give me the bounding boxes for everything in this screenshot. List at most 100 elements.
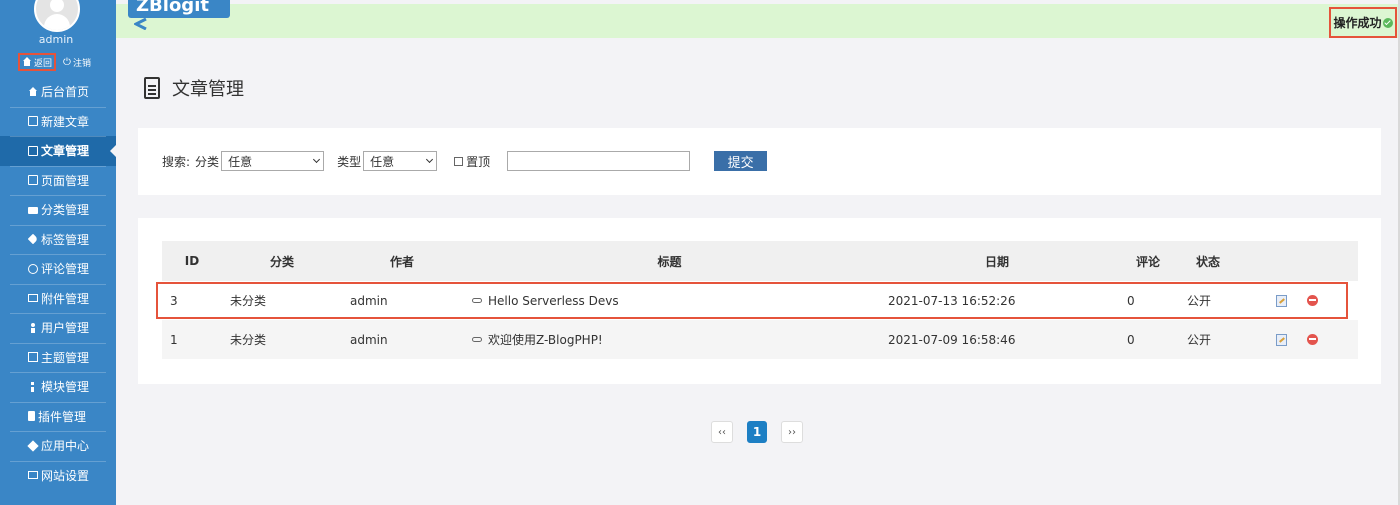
table-row: 3 未分类 admin Hello Serverless Devs 2021-0…: [162, 281, 1358, 320]
cell-status: 公开: [1187, 294, 1212, 308]
table-row: 1 未分类 admin 欢迎使用Z-BlogPHP! 2021-07-09 16…: [162, 320, 1358, 359]
delete-icon[interactable]: [1307, 295, 1318, 306]
tag-icon: [27, 233, 39, 245]
sidebar-item-theme-manage[interactable]: 主题管理: [0, 342, 116, 373]
column-header-author[interactable]: 作者: [352, 253, 452, 270]
home-icon: [28, 86, 38, 97]
power-icon: ⏻: [63, 56, 71, 68]
attachment-icon: [28, 294, 38, 303]
chevron-down-icon: [313, 155, 321, 164]
sidebar-item-user-manage[interactable]: 用户管理: [0, 313, 116, 343]
cell-category: 未分类: [230, 294, 267, 308]
column-header-status[interactable]: 状态: [1172, 253, 1244, 270]
edit-icon: [28, 116, 38, 127]
column-header-category[interactable]: 分类: [232, 253, 332, 270]
article-title-link[interactable]: 欢迎使用Z-BlogPHP!: [488, 331, 603, 348]
sidebar-item-module-manage[interactable]: 模块管理: [0, 372, 116, 402]
plugin-icon: [28, 411, 35, 422]
avatar[interactable]: [34, 0, 80, 32]
back-link-label: 返回: [34, 58, 53, 69]
sidebar-item-article-manage[interactable]: 文章管理: [0, 136, 116, 166]
sidebar-item-label: 后台首页: [41, 85, 90, 100]
page-button-current[interactable]: 1: [747, 421, 767, 443]
cell-category: 未分类: [230, 333, 267, 347]
articles-table: ID 分类 作者 标题 日期 评论 状态 3 未分类 admin Hello S…: [162, 241, 1358, 359]
sidebar-item-site-settings[interactable]: 网站设置: [0, 460, 116, 491]
search-panel: 搜索: 分类 任意 类型 任意 置顶 提交: [138, 128, 1381, 195]
success-message: 操作成功: [1329, 7, 1397, 38]
module-icon: [28, 381, 38, 392]
theme-icon: [28, 352, 38, 363]
cell-author: admin: [350, 332, 388, 347]
cell-id: 1: [170, 332, 178, 347]
document-icon: [28, 145, 38, 156]
article-title-link[interactable]: Hello Serverless Devs: [488, 294, 619, 308]
edit-icon[interactable]: [1276, 334, 1287, 346]
sticky-checkbox[interactable]: [454, 156, 464, 166]
delete-icon[interactable]: [1307, 334, 1318, 345]
back-link[interactable]: 返回: [18, 53, 57, 71]
logo-tail: [134, 18, 147, 30]
logo[interactable]: ZBlogit: [128, 0, 230, 18]
prev-page-button[interactable]: ‹‹: [711, 421, 733, 443]
logout-link[interactable]: ⏻ 注销: [61, 53, 93, 71]
sidebar-item-label: 插件管理: [38, 409, 87, 424]
home-icon: [22, 57, 32, 67]
column-header-date[interactable]: 日期: [952, 253, 1042, 270]
sidebar-item-comment-manage[interactable]: 评论管理: [0, 254, 116, 284]
cell-title: Hello Serverless Devs: [472, 294, 619, 308]
document-icon: [144, 77, 160, 99]
chevron-down-icon: [426, 155, 434, 164]
sidebar: admin 返回 ⏻ 注销 后台首页 新建文章 文章管理 页面管理 分类管理 标…: [0, 0, 116, 505]
column-header-title[interactable]: 标题: [482, 253, 857, 270]
sidebar-item-dashboard[interactable]: 后台首页: [0, 77, 116, 107]
link-icon[interactable]: [472, 337, 482, 342]
check-circle-icon: [1382, 17, 1393, 28]
sidebar-item-label: 应用中心: [41, 439, 90, 454]
cell-date: 2021-07-09 16:58:46: [888, 332, 1016, 347]
cell-date: 2021-07-13 16:52:26: [888, 293, 1016, 308]
sidebar-item-tag-manage[interactable]: 标签管理: [0, 224, 116, 255]
cell-title: 欢迎使用Z-BlogPHP!: [472, 331, 603, 348]
sidebar-item-label: 主题管理: [41, 350, 90, 365]
username: admin: [38, 33, 74, 46]
type-select[interactable]: 任意: [363, 151, 438, 171]
sidebar-item-label: 页面管理: [41, 173, 90, 188]
next-page-button[interactable]: ››: [781, 421, 803, 443]
page-title: 文章管理: [172, 79, 244, 100]
cell-author: admin: [350, 293, 388, 308]
page-icon: [28, 175, 38, 186]
logo-text: ZBlogit: [136, 0, 209, 16]
sidebar-item-label: 分类管理: [41, 203, 90, 218]
sidebar-item-label: 网站设置: [41, 468, 90, 483]
submit-button[interactable]: 提交: [714, 151, 768, 171]
sidebar-item-app-center[interactable]: 应用中心: [0, 431, 116, 461]
settings-icon: [28, 471, 38, 480]
sidebar-item-new-article[interactable]: 新建文章: [0, 106, 116, 137]
search-label: 搜索:: [162, 154, 191, 169]
cell-id: 3: [170, 293, 178, 308]
sidebar-item-label: 新建文章: [41, 114, 90, 129]
sidebar-item-category-manage[interactable]: 分类管理: [0, 195, 116, 225]
category-select[interactable]: 任意: [221, 151, 325, 171]
edit-icon[interactable]: [1276, 295, 1287, 307]
sidebar-item-label: 标签管理: [41, 232, 90, 247]
app-center-icon: [27, 440, 39, 452]
sidebar-item-page-manage[interactable]: 页面管理: [0, 165, 116, 196]
table-header-row: ID 分类 作者 标题 日期 评论 状态: [162, 241, 1358, 281]
link-icon[interactable]: [472, 298, 482, 303]
search-keyword-input[interactable]: [507, 151, 691, 171]
cell-comments: 0: [1127, 293, 1135, 308]
articles-panel: ID 分类 作者 标题 日期 评论 状态 3 未分类 admin Hello S…: [138, 218, 1381, 384]
sidebar-item-attachment-manage[interactable]: 附件管理: [0, 283, 116, 314]
sidebar-item-label: 评论管理: [41, 262, 90, 277]
status-bar: [116, 4, 1400, 38]
folder-icon: [28, 207, 38, 215]
cell-status: 公开: [1187, 333, 1212, 347]
column-header-id[interactable]: ID: [162, 254, 222, 268]
page-header: 文章管理: [144, 76, 244, 100]
type-select-value: 任意: [370, 154, 395, 169]
sidebar-item-plugin-manage[interactable]: 插件管理: [0, 401, 116, 432]
user-links: 返回 ⏻ 注销: [18, 53, 93, 71]
pagination: ‹‹ 1 ››: [711, 421, 803, 443]
